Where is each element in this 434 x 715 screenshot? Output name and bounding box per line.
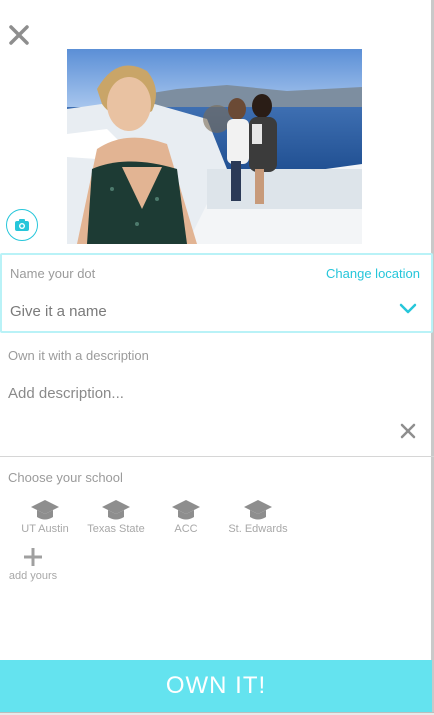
photo-image [67, 49, 362, 244]
name-section: Name your dot Change location [0, 253, 433, 333]
graduation-cap-icon [102, 500, 130, 520]
school-name: St. Edwards [228, 523, 288, 535]
description-input[interactable] [8, 385, 388, 402]
school-option-texas-state[interactable]: Texas State [82, 498, 150, 535]
close-button[interactable] [6, 22, 32, 48]
description-label: Own it with a description [8, 348, 149, 363]
name-input[interactable] [10, 303, 380, 320]
graduation-cap-icon [31, 500, 59, 520]
name-label: Name your dot [10, 266, 96, 281]
school-name: ACC [174, 523, 198, 535]
add-school-button[interactable]: add yours [4, 546, 62, 582]
school-option-acc[interactable]: ACC [166, 498, 206, 535]
create-dot-screen: Name your dot Change location Own it wit… [0, 0, 434, 715]
add-school-label: add yours [8, 570, 58, 582]
change-location-link[interactable]: Change location [326, 266, 420, 281]
school-name: Texas State [87, 523, 145, 535]
close-icon [9, 25, 29, 45]
school-option-st-edwards[interactable]: St. Edwards [222, 498, 294, 535]
description-section: Own it with a description [0, 335, 434, 457]
school-name: UT Austin [21, 523, 69, 535]
graduation-cap-icon [172, 500, 200, 520]
camera-button[interactable] [6, 209, 38, 241]
close-icon [400, 423, 416, 439]
clear-description-button[interactable] [400, 423, 416, 439]
graduation-cap-icon [244, 500, 272, 520]
own-it-button[interactable]: OWN IT! [0, 660, 432, 712]
school-label: Choose your school [8, 470, 123, 485]
dot-photo [67, 49, 362, 244]
camera-icon [15, 219, 29, 231]
chevron-down-icon[interactable] [399, 302, 417, 316]
plus-icon [24, 548, 42, 566]
school-option-ut-austin[interactable]: UT Austin [16, 498, 74, 535]
